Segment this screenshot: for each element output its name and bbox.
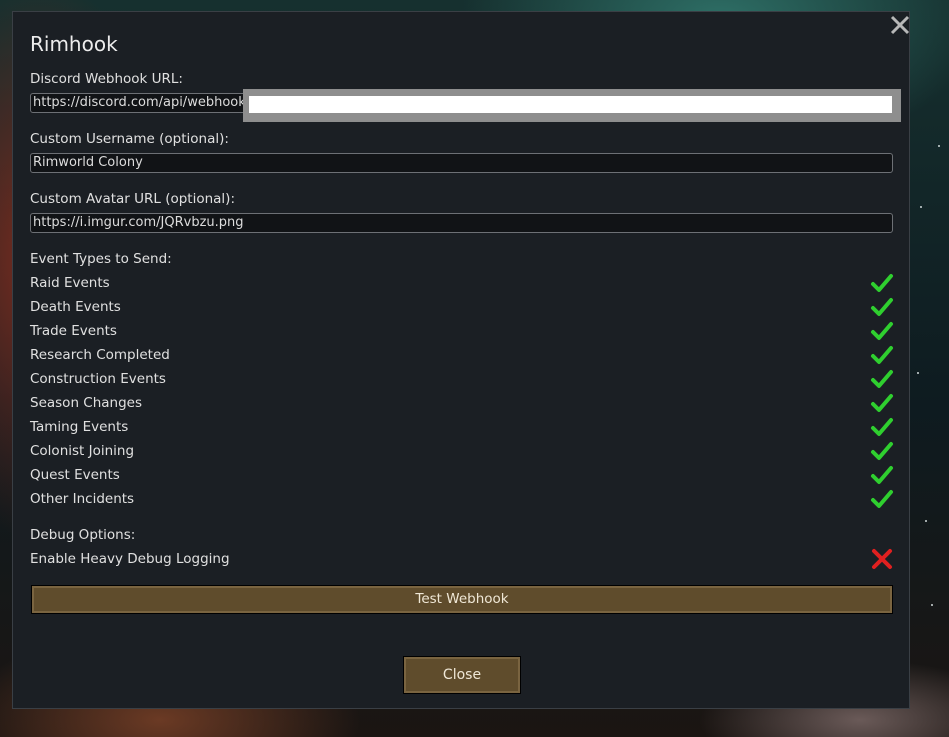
event-toggle-checkmark-icon[interactable] — [870, 368, 894, 390]
redaction-fill — [249, 96, 892, 113]
event-toggle-checkmark-icon[interactable] — [870, 272, 894, 294]
background-star — [925, 520, 927, 522]
event-toggle-label: Quest Events — [30, 467, 120, 483]
test-webhook-button[interactable]: Test Webhook — [31, 585, 893, 614]
webhook-url-label: Discord Webhook URL: — [30, 71, 183, 87]
heavy-debug-logging-label: Enable Heavy Debug Logging — [30, 551, 230, 567]
close-button[interactable]: Close — [403, 656, 521, 694]
event-toggle-checkmark-icon[interactable] — [870, 464, 894, 486]
event-toggle-label: Research Completed — [30, 347, 170, 363]
event-toggle-checkmark-icon[interactable] — [870, 440, 894, 462]
background-star — [938, 145, 940, 147]
event-toggle-label: Season Changes — [30, 395, 143, 411]
avatar-url-input[interactable]: https://i.imgur.com/JQRvbzu.png — [30, 213, 893, 233]
background-star — [931, 604, 933, 606]
event-toggle-label: Construction Events — [30, 371, 166, 387]
avatar-url-label: Custom Avatar URL (optional): — [30, 191, 235, 207]
event-types-heading: Event Types to Send: — [30, 251, 172, 267]
debug-options-heading: Debug Options: — [30, 527, 136, 543]
event-toggle-label: Other Incidents — [30, 491, 135, 507]
event-toggle-checkmark-icon[interactable] — [870, 488, 894, 510]
event-toggle-label: Death Events — [30, 299, 121, 315]
background-star — [920, 206, 922, 208]
event-toggle-label: Trade Events — [30, 323, 117, 339]
close-icon[interactable] — [887, 12, 913, 38]
background-star — [917, 372, 919, 374]
event-toggle-label: Raid Events — [30, 275, 110, 291]
username-label: Custom Username (optional): — [30, 131, 229, 147]
username-input[interactable]: Rimworld Colony — [30, 153, 893, 173]
dialog-title: Rimhook — [30, 32, 118, 56]
heavy-debug-logging-checkbox-cross-icon[interactable] — [870, 548, 894, 570]
event-toggle-checkmark-icon[interactable] — [870, 392, 894, 414]
rimhook-settings-dialog: Rimhook Discord Webhook URL: https://dis… — [12, 11, 910, 709]
event-toggle-checkmark-icon[interactable] — [870, 320, 894, 342]
event-toggle-label: Taming Events — [30, 419, 129, 435]
event-toggle-checkmark-icon[interactable] — [870, 296, 894, 318]
event-toggle-checkmark-icon[interactable] — [870, 416, 894, 438]
event-toggle-label: Colonist Joining — [30, 443, 135, 459]
event-toggle-checkmark-icon[interactable] — [870, 344, 894, 366]
